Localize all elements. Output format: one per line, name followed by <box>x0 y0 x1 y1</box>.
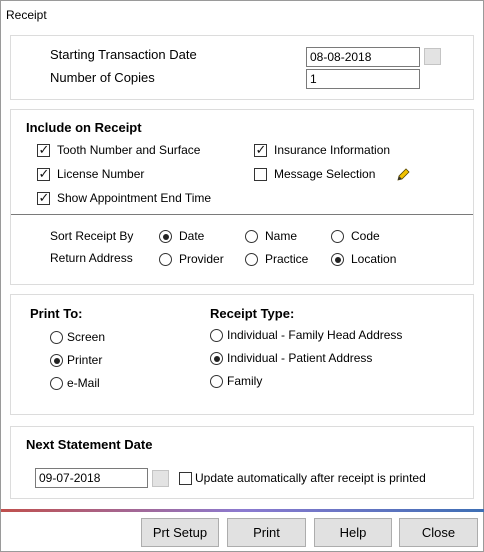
statement-date-input[interactable]: 09-07-2018 <box>35 468 148 488</box>
type-family-label: Family <box>227 374 263 388</box>
print-email-radio[interactable] <box>50 377 63 390</box>
insurance-label: Insurance Information <box>274 143 391 157</box>
tooth-checkbox[interactable]: ✓ <box>37 142 50 157</box>
appt-end-checkbox[interactable]: ✓ <box>37 190 50 205</box>
tooth-label: Tooth Number and Surface <box>57 143 201 157</box>
return-provider-label: Provider <box>179 252 224 266</box>
sort-date-radio[interactable] <box>159 230 172 243</box>
print-screen-radio[interactable] <box>50 331 63 344</box>
pencil-icon[interactable] <box>396 168 410 182</box>
type-family-head-radio[interactable] <box>210 329 223 342</box>
start-date-label: Starting Transaction Date <box>50 47 197 62</box>
print-group: Print To: Screen Printer e-Mail Receipt … <box>10 294 474 415</box>
sort-name-label: Name <box>265 229 298 243</box>
check-icon: ✓ <box>38 190 50 205</box>
auto-update-checkbox[interactable] <box>179 472 192 485</box>
auto-update-label: Update automatically after receipt is pr… <box>195 471 426 485</box>
insurance-checkbox[interactable]: ✓ <box>254 142 267 157</box>
appt-end-label: Show Appointment End Time <box>57 191 212 205</box>
sort-name-radio[interactable] <box>245 230 258 243</box>
print-email-label: e-Mail <box>67 376 100 390</box>
message-checkbox[interactable] <box>254 168 267 181</box>
statement-heading: Next Statement Date <box>26 437 153 452</box>
check-icon: ✓ <box>255 142 267 157</box>
print-to-heading: Print To: <box>30 306 83 321</box>
copies-label: Number of Copies <box>50 70 155 85</box>
statement-group: Next Statement Date 09-07-2018 Update au… <box>10 426 474 499</box>
start-date-input[interactable]: 08-08-2018 <box>306 47 420 67</box>
receipt-type-heading: Receipt Type: <box>210 306 295 321</box>
calendar-button[interactable] <box>424 48 441 65</box>
print-printer-radio[interactable] <box>50 354 63 367</box>
type-family-radio[interactable] <box>210 375 223 388</box>
print-screen-label: Screen <box>67 330 106 344</box>
license-checkbox[interactable]: ✓ <box>37 166 50 181</box>
check-icon: ✓ <box>38 142 50 157</box>
type-patient-radio[interactable] <box>210 352 223 365</box>
sort-code-radio[interactable] <box>331 230 344 243</box>
sort-date-label: Date <box>179 229 205 243</box>
copies-input[interactable]: 1 <box>306 69 420 89</box>
return-location-radio[interactable] <box>331 253 344 266</box>
include-group: Include on Receipt ✓ Tooth Number and Su… <box>10 109 474 285</box>
return-location-label: Location <box>351 252 397 266</box>
return-provider-radio[interactable] <box>159 253 172 266</box>
check-icon: ✓ <box>38 166 50 181</box>
receipt-window: Receipt Starting Transaction Date 08-08-… <box>0 0 484 552</box>
help-button[interactable]: Help <box>314 518 392 547</box>
window-title: Receipt <box>6 8 47 22</box>
message-label: Message Selection <box>274 167 376 181</box>
type-family-head-label: Individual - Family Head Address <box>227 328 403 342</box>
transaction-group: Starting Transaction Date 08-08-2018 Num… <box>10 35 474 100</box>
sort-label: Sort Receipt By <box>50 229 134 243</box>
include-heading: Include on Receipt <box>26 120 142 135</box>
license-label: License Number <box>57 167 145 181</box>
footer-divider <box>1 509 484 512</box>
return-address-label: Return Address <box>50 251 133 265</box>
return-practice-label: Practice <box>265 252 309 266</box>
close-button[interactable]: Close <box>399 518 478 547</box>
calendar-button[interactable] <box>152 470 169 487</box>
print-button[interactable]: Print <box>227 518 306 547</box>
sort-code-label: Code <box>351 229 380 243</box>
prt-setup-button[interactable]: Prt Setup <box>141 518 219 547</box>
divider <box>11 214 473 215</box>
return-practice-radio[interactable] <box>245 253 258 266</box>
print-printer-label: Printer <box>67 353 103 367</box>
type-patient-label: Individual - Patient Address <box>227 351 373 365</box>
